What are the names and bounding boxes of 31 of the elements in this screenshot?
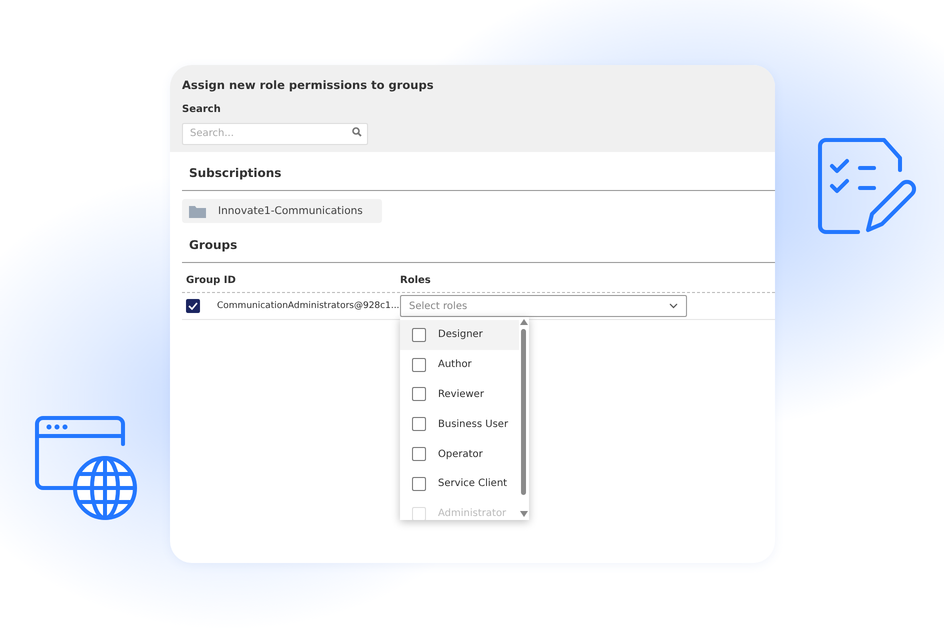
checkbox[interactable] bbox=[412, 447, 426, 462]
browser-globe-icon bbox=[35, 416, 139, 520]
roles-select[interactable]: Select roles bbox=[400, 295, 687, 317]
role-option[interactable]: Designer bbox=[400, 320, 519, 350]
checkbox[interactable] bbox=[412, 417, 426, 432]
chevron-icon bbox=[669, 303, 678, 309]
checkbox[interactable] bbox=[412, 476, 426, 491]
role-option[interactable]: Author bbox=[400, 350, 519, 380]
role-option[interactable]: Business User bbox=[400, 409, 519, 440]
scroll-down-icon[interactable] bbox=[520, 511, 528, 517]
search-field[interactable]: Search... bbox=[182, 122, 368, 144]
column-header: Group ID bbox=[186, 275, 237, 286]
search-icon bbox=[352, 127, 362, 137]
dialog-title: Assign new role permissions to groups bbox=[182, 78, 434, 92]
checkbox[interactable] bbox=[412, 387, 426, 402]
section-heading: Subscriptions bbox=[188, 166, 282, 180]
scroll-up-icon[interactable] bbox=[520, 319, 528, 325]
role-option[interactable]: Operator bbox=[400, 439, 519, 469]
section-heading: Groups bbox=[188, 238, 238, 252]
role-option[interactable]: Service Client bbox=[400, 468, 519, 499]
checkbox[interactable] bbox=[412, 328, 426, 342]
checklist-pencil-icon bbox=[818, 138, 916, 236]
folder-icon bbox=[189, 204, 206, 218]
subscription-item[interactable]: Innovate1-Communications bbox=[182, 199, 382, 223]
column-header: Roles bbox=[400, 275, 431, 286]
group-id-cell: CommunicationAdministrators@928c1... bbox=[217, 301, 400, 311]
checkbox[interactable] bbox=[412, 358, 426, 372]
checkbox[interactable] bbox=[186, 299, 200, 313]
role-option[interactable]: Reviewer bbox=[400, 380, 519, 410]
scrollbar-thumb[interactable] bbox=[521, 329, 526, 495]
search-label: Search bbox=[182, 104, 221, 115]
